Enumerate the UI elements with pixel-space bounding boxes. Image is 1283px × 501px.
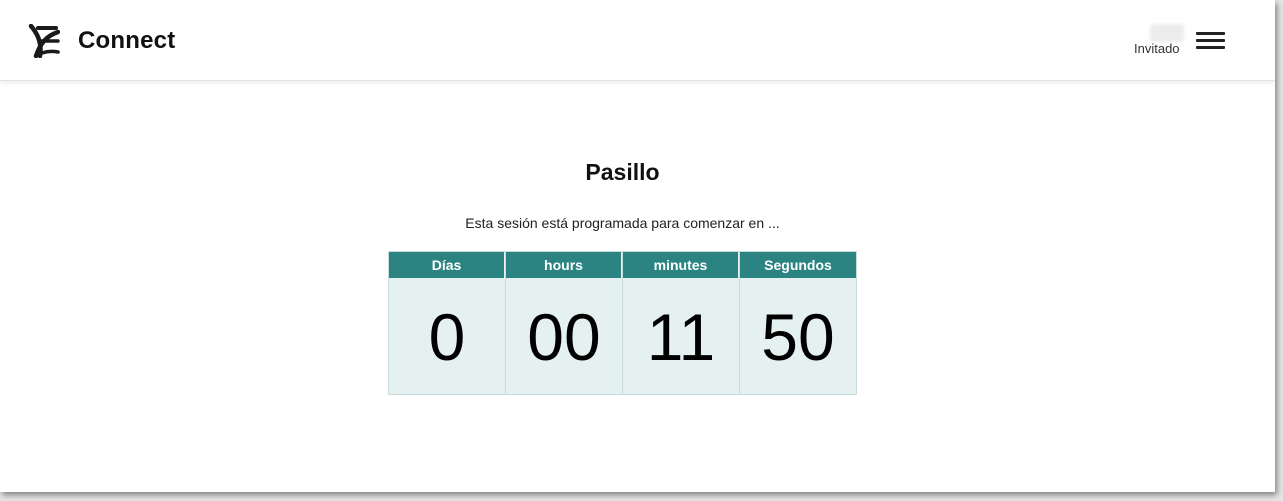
countdown-seconds: Segundos 50	[740, 252, 856, 394]
hamburger-menu-icon	[1196, 39, 1225, 42]
app-window: Connect Invitado Pasillo Esta sesión est…	[0, 0, 1275, 492]
main-content: Pasillo Esta sesión está programada para…	[0, 81, 1275, 492]
avatar	[1150, 24, 1184, 42]
menu-button[interactable]	[1194, 30, 1226, 52]
countdown-label: Segundos	[740, 252, 856, 278]
hamburger-menu-icon	[1196, 46, 1225, 49]
countdown-value: 11	[623, 278, 739, 394]
brand-link[interactable]: Connect	[28, 24, 175, 58]
hamburger-menu-icon	[1196, 32, 1225, 35]
countdown-value: 50	[740, 278, 856, 394]
session-title: Pasillo	[585, 159, 660, 185]
countdown-hours: hours 00	[506, 252, 623, 394]
countdown-timer: Días 0 hours 00 minutes 11 Segundos 50	[388, 251, 857, 395]
countdown-days: Días 0	[389, 252, 506, 394]
user-label: Invitado	[1134, 41, 1180, 56]
user-profile[interactable]: Invitado	[1128, 22, 1190, 62]
connect-logo-icon	[28, 24, 60, 58]
session-subtitle: Esta sesión está programada para comenza…	[465, 215, 780, 231]
countdown-value: 0	[389, 278, 505, 394]
countdown-minutes: minutes 11	[623, 252, 740, 394]
top-navbar: Connect Invitado	[0, 0, 1275, 81]
countdown-label: Días	[389, 252, 505, 278]
brand-name: Connect	[78, 27, 176, 54]
countdown-value: 00	[506, 278, 622, 394]
countdown-label: hours	[506, 252, 622, 278]
countdown-label: minutes	[623, 252, 739, 278]
